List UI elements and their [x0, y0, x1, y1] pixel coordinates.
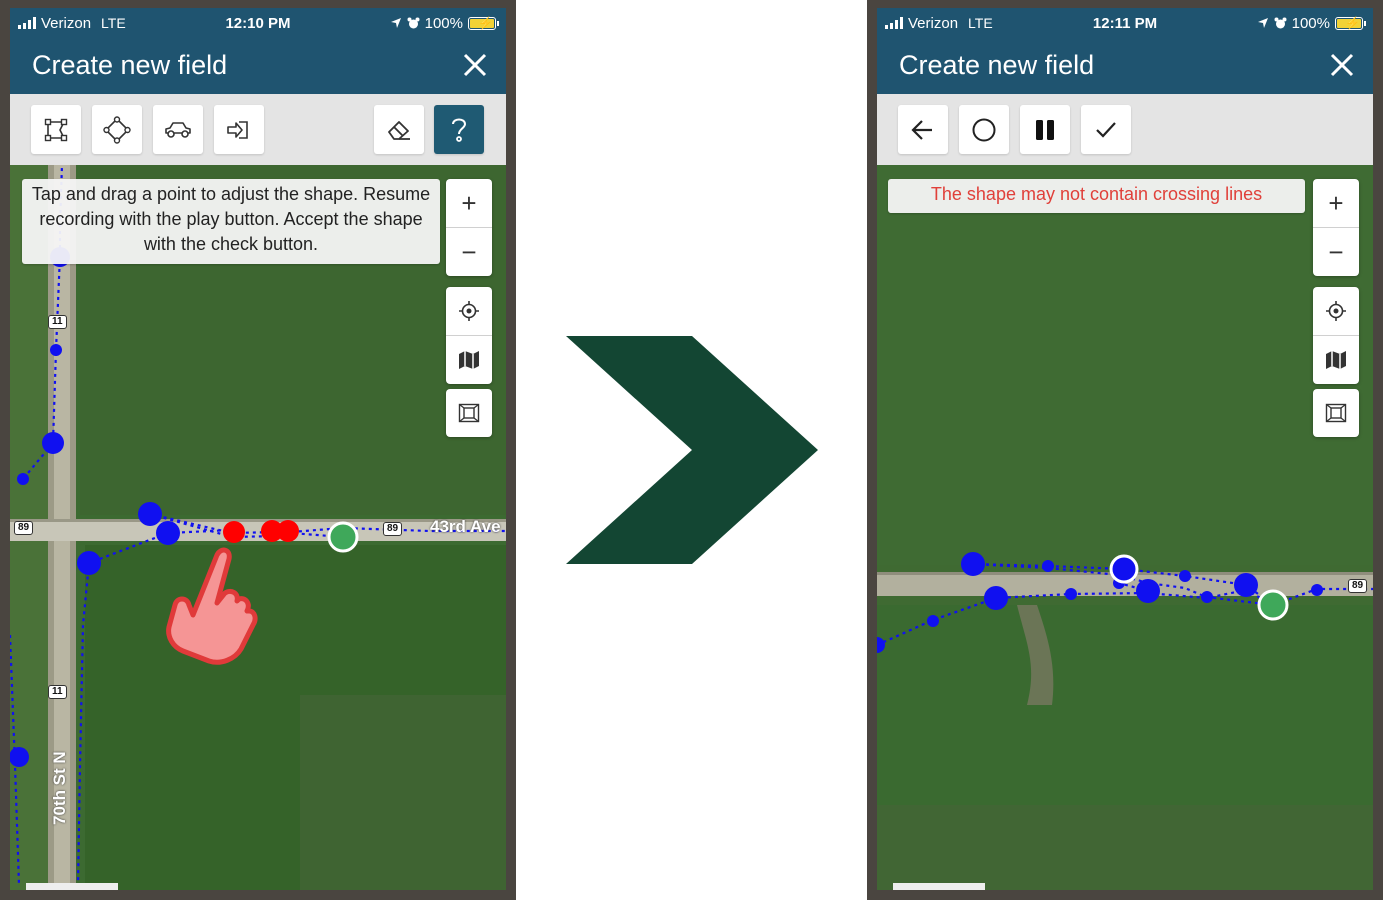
- drive-boundary-icon: [165, 121, 191, 138]
- map-tools-control: [1313, 287, 1359, 384]
- help-icon: [452, 118, 467, 142]
- map-icon: [459, 351, 479, 369]
- map-view[interactable]: 89 The shape may not contain crossing li…: [877, 165, 1373, 890]
- right-screen: Verizon LTE 12:11 PM 100% ⚡ Create new f…: [877, 8, 1373, 890]
- page-title: Create new field: [899, 50, 1095, 80]
- help-button[interactable]: [434, 105, 484, 154]
- check-icon: [1096, 121, 1116, 138]
- map-layers-button[interactable]: [446, 335, 492, 384]
- battery-percent: 100%: [1291, 14, 1330, 32]
- fit-extent-button[interactable]: [446, 389, 492, 437]
- draw-polygon-button[interactable]: [31, 105, 81, 154]
- left-phone: Verizon LTE 12:10 PM 100% ⚡ Create new f…: [0, 0, 516, 900]
- drive-boundary-button[interactable]: [153, 105, 203, 154]
- import-icon: [227, 120, 248, 139]
- location-arrow-icon: [1257, 18, 1268, 28]
- zoom-in-button[interactable]: +: [1313, 179, 1359, 227]
- left-screen: Verizon LTE 12:10 PM 100% ⚡ Create new f…: [10, 8, 506, 890]
- draw-polygon-icon: [44, 118, 68, 141]
- crosshair-icon: [459, 301, 479, 321]
- zoom-out-button[interactable]: −: [446, 227, 492, 276]
- route-shield: 11: [48, 685, 67, 699]
- field-boundary-overlay: [877, 552, 1373, 653]
- map-layers-button[interactable]: [1313, 335, 1359, 384]
- eraser-icon: [388, 120, 410, 140]
- fit-extent-control: [446, 389, 492, 437]
- map-tools-control: [446, 287, 492, 384]
- pause-button[interactable]: [1020, 105, 1070, 154]
- location-arrow-icon: [390, 18, 401, 28]
- map-icon: [1326, 351, 1346, 369]
- instruction-tooltip: Tap and drag a point to adjust the shape…: [22, 179, 440, 264]
- error-message: The shape may not contain crossing lines: [888, 179, 1305, 213]
- draw-shape-icon: [103, 115, 131, 144]
- record-button[interactable]: [959, 105, 1009, 154]
- fit-extent-control: [1313, 389, 1359, 437]
- back-button[interactable]: [898, 105, 948, 154]
- alarm-icon: [1274, 17, 1287, 28]
- header: Create new field: [877, 38, 1373, 94]
- route-shield: 89: [383, 522, 403, 536]
- battery-percent: 100%: [424, 14, 463, 32]
- battery-icon: ⚡: [1335, 16, 1366, 30]
- accept-button[interactable]: [1081, 105, 1131, 154]
- carrier-label: Verizon: [908, 14, 959, 32]
- zoom-in-button[interactable]: +: [446, 179, 492, 227]
- crosshair-icon: [1326, 301, 1346, 321]
- draw-shape-button[interactable]: [92, 105, 142, 154]
- network-label: LTE: [101, 15, 126, 31]
- status-bar: Verizon LTE 12:11 PM 100% ⚡: [877, 8, 1373, 38]
- close-icon[interactable]: [460, 50, 490, 80]
- locate-button[interactable]: [1313, 287, 1359, 335]
- transition-chevron-icon: [566, 336, 818, 564]
- map-view[interactable]: 11 89 89 11 43rd Ave 70th St N Tap and d…: [10, 165, 506, 890]
- fit-extent-button[interactable]: [1313, 389, 1359, 437]
- signal-icon: [18, 17, 36, 29]
- route-shield: 11: [48, 315, 67, 329]
- back-arrow-icon: [911, 119, 932, 140]
- scale-bar: [893, 883, 985, 890]
- pause-icon: [1036, 119, 1054, 140]
- zoom-control: + −: [446, 179, 492, 276]
- eraser-button[interactable]: [374, 105, 424, 154]
- carrier-label: Verizon: [41, 14, 92, 32]
- alarm-icon: [407, 17, 420, 28]
- locate-button[interactable]: [446, 287, 492, 335]
- fit-extent-icon: [1325, 403, 1347, 423]
- page-title: Create new field: [32, 50, 228, 80]
- tap-hand-icon: [166, 547, 258, 665]
- scale-bar: [26, 883, 118, 890]
- road-label: 70th St N: [50, 751, 69, 825]
- signal-icon: [885, 17, 903, 29]
- zoom-out-button[interactable]: −: [1313, 227, 1359, 276]
- route-shield: 89: [1348, 579, 1368, 593]
- status-bar: Verizon LTE 12:10 PM 100% ⚡: [10, 8, 506, 38]
- toolbar: [10, 94, 506, 165]
- toolbar: [877, 94, 1373, 165]
- close-icon[interactable]: [1327, 50, 1357, 80]
- import-button[interactable]: [214, 105, 264, 154]
- record-circle-icon: [972, 118, 996, 141]
- right-phone: Verizon LTE 12:11 PM 100% ⚡ Create new f…: [867, 0, 1383, 900]
- header: Create new field: [10, 38, 506, 94]
- zoom-control: + −: [1313, 179, 1359, 276]
- battery-icon: ⚡: [468, 16, 499, 30]
- route-shield: 89: [14, 521, 34, 535]
- road-label: 43rd Ave: [430, 517, 501, 536]
- fit-extent-icon: [458, 403, 480, 423]
- network-label: LTE: [968, 15, 993, 31]
